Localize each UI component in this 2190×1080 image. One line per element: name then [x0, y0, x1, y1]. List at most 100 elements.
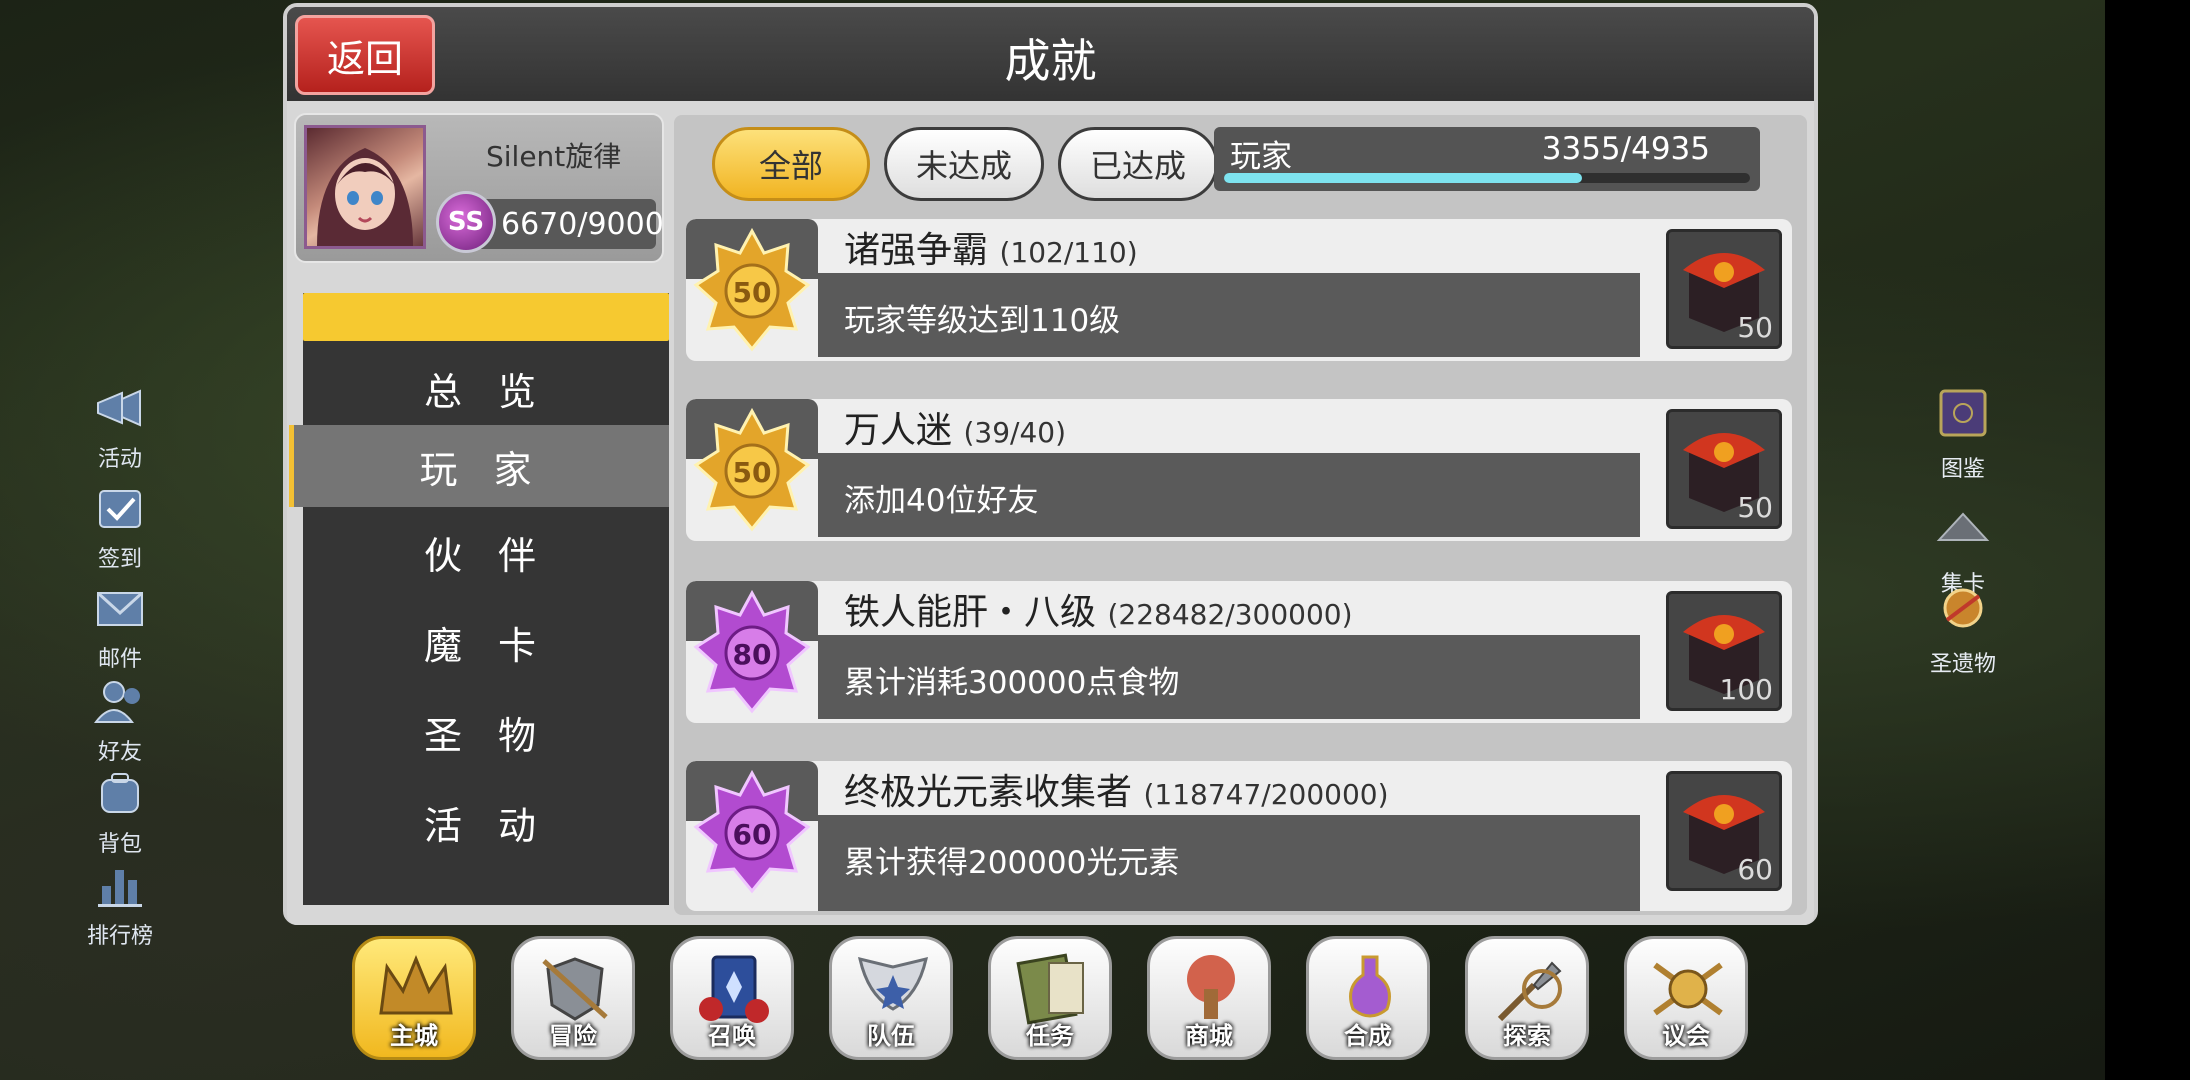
side-activity-label: 活动 — [97, 447, 142, 472]
category-progress: 玩家 3355/4935 — [1214, 127, 1760, 191]
category-progress-track — [1224, 173, 1750, 183]
medal-level: 60 — [733, 818, 772, 851]
player-profile-card: Silent旋律 6670/9000 SS — [294, 113, 664, 263]
achievement-desc: 累计获得200000光元素 — [844, 845, 1180, 881]
avatar[interactable] — [304, 125, 426, 249]
side-mail-label: 邮件 — [97, 647, 142, 672]
purple-medal-icon: 60 — [693, 769, 811, 894]
category-header-bar — [303, 293, 669, 341]
category-progress-name: 玩家 — [1230, 139, 1292, 175]
achievement-progress: (228482/300000) — [1107, 598, 1353, 631]
filter-complete-button[interactable]: 已达成 — [1058, 127, 1218, 201]
side-relics-label: 圣遗物 — [1929, 652, 1996, 677]
achievement-name: 终极光元素收集者 — [844, 772, 1133, 813]
medal-level: 50 — [733, 276, 772, 309]
backpack-icon — [101, 773, 139, 813]
card-collection-icon — [1936, 512, 1990, 541]
avatar-portrait-icon — [317, 148, 413, 246]
achievement-row[interactable]: 80 铁人能肝・八级 (228482/300000) 累计消耗300000点食物… — [686, 581, 1792, 723]
achievement-title: 铁人能肝・八级 (228482/300000) — [844, 583, 1353, 635]
category-progress-count: 3355/4935 — [1541, 131, 1710, 167]
reward-item[interactable]: 50 — [1666, 409, 1782, 529]
side-codex-label: 图鉴 — [1940, 457, 1985, 482]
achievement-title: 终极光元素收集者 (118747/200000) — [844, 763, 1389, 815]
category-overview[interactable]: 总 览 — [303, 347, 669, 429]
category-relic[interactable]: 圣 物 — [303, 691, 669, 773]
category-magic-card[interactable]: 魔 卡 — [303, 601, 669, 683]
category-partner[interactable]: 伙 伴 — [303, 511, 669, 593]
side-codex-button[interactable]: 图鉴 — [1908, 385, 2018, 483]
side-mail-button[interactable]: 邮件 — [80, 585, 160, 673]
achievement-progress: (39/40) — [963, 416, 1067, 449]
achievement-row[interactable]: 50 万人迷 (39/40) 添加40位好友 50 — [686, 399, 1792, 541]
rank-badge: SS — [436, 191, 496, 253]
mail-icon — [96, 591, 144, 626]
side-relics-button[interactable]: 圣遗物 — [1908, 580, 2018, 678]
side-ranking-button[interactable]: 排行榜 — [80, 862, 160, 950]
nav-shop[interactable]: 商城 — [1147, 936, 1271, 1060]
category-player[interactable]: 玩 家 — [289, 425, 669, 507]
reward-item[interactable]: 100 — [1666, 591, 1782, 711]
achievement-desc: 玩家等级达到110级 — [844, 303, 1121, 339]
side-signin-button[interactable]: 签到 — [80, 485, 160, 573]
nav-summon-label: 召唤 — [708, 1022, 756, 1050]
nav-team[interactable]: 队伍 — [829, 936, 953, 1060]
filter-incomplete-button[interactable]: 未达成 — [884, 127, 1044, 201]
reward-count: 100 — [1719, 673, 1773, 706]
nav-council[interactable]: 议会 — [1624, 936, 1748, 1060]
category-list: 总 览 玩 家 伙 伴 魔 卡 圣 物 活 动 — [289, 293, 669, 905]
player-name: Silent旋律 — [486, 140, 622, 173]
purple-medal-icon: 80 — [693, 589, 811, 714]
reward-item[interactable]: 50 — [1666, 229, 1782, 349]
reward-count: 60 — [1737, 853, 1773, 886]
side-ranking-label: 排行榜 — [86, 924, 153, 949]
reward-count: 50 — [1737, 311, 1773, 344]
category-progress-fill — [1224, 173, 1582, 183]
nav-quest[interactable]: 任务 — [988, 936, 1112, 1060]
achievement-desc: 累计消耗300000点食物 — [844, 665, 1180, 701]
screen-edge-bar — [2105, 0, 2190, 1080]
nav-craft-label: 合成 — [1344, 1022, 1392, 1050]
title-bar: 返回 成就 — [287, 7, 1814, 101]
nav-main-city-label: 主城 — [390, 1022, 438, 1050]
nav-adventure-label: 冒险 — [549, 1022, 597, 1050]
gold-medal-icon: 50 — [693, 227, 811, 352]
nav-explore[interactable]: 探索 — [1465, 936, 1589, 1060]
nav-main-city[interactable]: 主城 — [352, 936, 476, 1060]
achievement-name: 万人迷 — [844, 410, 953, 451]
side-bag-button[interactable]: 背包 — [80, 770, 160, 858]
achievement-row[interactable]: 50 诸强争霸 (102/110) 玩家等级达到110级 50 — [686, 219, 1792, 361]
side-friends-label: 好友 — [97, 740, 142, 765]
achievement-title: 诸强争霸 (102/110) — [844, 221, 1138, 273]
achievement-row[interactable]: 60 终极光元素收集者 (118747/200000) 累计获得200000光元… — [686, 761, 1792, 911]
calendar-check-icon — [99, 490, 141, 528]
achievements-panel: 返回 成就 Silent旋律 6670/9000 SS 总 览 玩 家 伙 伴 … — [283, 3, 1818, 925]
nav-shop-label: 商城 — [1185, 1022, 1233, 1050]
side-activity-button[interactable]: 活动 — [80, 385, 160, 473]
achievement-name: 诸强争霸 — [844, 230, 989, 271]
nav-team-label: 队伍 — [867, 1022, 915, 1050]
relic-icon — [1943, 588, 1983, 628]
friends-icon — [93, 681, 140, 723]
book-icon — [1939, 389, 1987, 437]
nav-council-label: 议会 — [1662, 1022, 1710, 1050]
filter-all-button[interactable]: 全部 — [712, 127, 870, 201]
nav-summon[interactable]: 召唤 — [670, 936, 794, 1060]
medal-level: 80 — [733, 638, 772, 671]
achievement-title: 万人迷 (39/40) — [844, 401, 1066, 453]
achievement-content: 全部 未达成 已达成 玩家 3355/4935 50 诸强争霸 (102/110… — [674, 115, 1807, 915]
reward-count: 50 — [1737, 491, 1773, 524]
side-friends-button[interactable]: 好友 — [80, 678, 160, 766]
achievement-progress: (118747/200000) — [1143, 778, 1389, 811]
bar-chart-icon — [98, 870, 142, 907]
nav-craft[interactable]: 合成 — [1306, 936, 1430, 1060]
panel-body: Silent旋律 6670/9000 SS 总 览 玩 家 伙 伴 魔 卡 圣 … — [287, 101, 1814, 925]
nav-adventure[interactable]: 冒险 — [511, 936, 635, 1060]
category-event[interactable]: 活 动 — [303, 781, 669, 863]
gold-medal-icon: 50 — [693, 407, 811, 532]
megaphone-icon — [97, 389, 141, 427]
nav-quest-label: 任务 — [1026, 1022, 1074, 1050]
nav-explore-label: 探索 — [1503, 1022, 1551, 1050]
reward-item[interactable]: 60 — [1666, 771, 1782, 891]
player-exp-text: 6670/9000 — [501, 207, 664, 242]
